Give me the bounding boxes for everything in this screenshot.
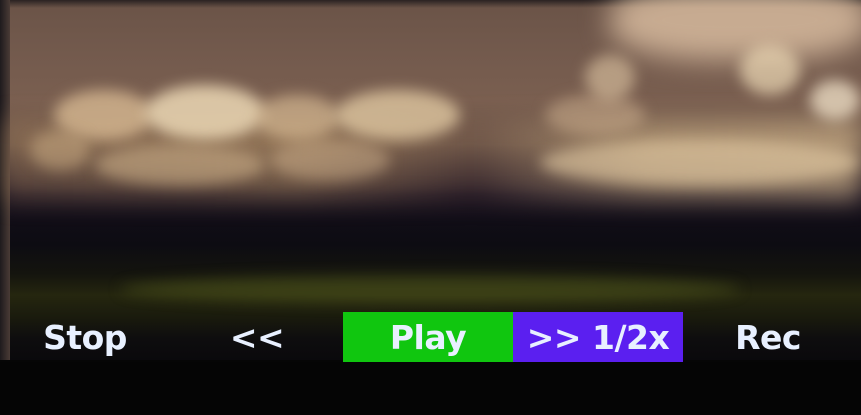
bottom-black-strip bbox=[0, 362, 861, 415]
bokeh-light bbox=[540, 140, 860, 185]
play-button[interactable]: Play bbox=[343, 312, 513, 362]
bokeh-light bbox=[810, 80, 860, 120]
bokeh-light bbox=[120, 275, 740, 303]
transport-control-bar: Stop << Play >> 1/2x Rec bbox=[0, 312, 861, 362]
record-button[interactable]: Rec bbox=[713, 312, 823, 362]
bokeh-light bbox=[740, 45, 800, 95]
bokeh-light bbox=[545, 95, 645, 135]
bokeh-light bbox=[30, 130, 90, 170]
video-preview bbox=[0, 0, 861, 360]
bokeh-light bbox=[585, 55, 635, 100]
rewind-button[interactable]: << bbox=[212, 312, 302, 362]
fast-forward-half-speed-button[interactable]: >> 1/2x bbox=[513, 312, 683, 362]
bokeh-light bbox=[145, 85, 265, 140]
bokeh-light bbox=[270, 140, 390, 180]
bokeh-light bbox=[95, 145, 265, 185]
bokeh-light bbox=[335, 90, 460, 140]
bokeh-light bbox=[255, 95, 340, 140]
bokeh-light bbox=[610, 0, 861, 60]
stop-button[interactable]: Stop bbox=[30, 312, 140, 362]
playback-screen: Stop << Play >> 1/2x Rec bbox=[0, 0, 861, 415]
